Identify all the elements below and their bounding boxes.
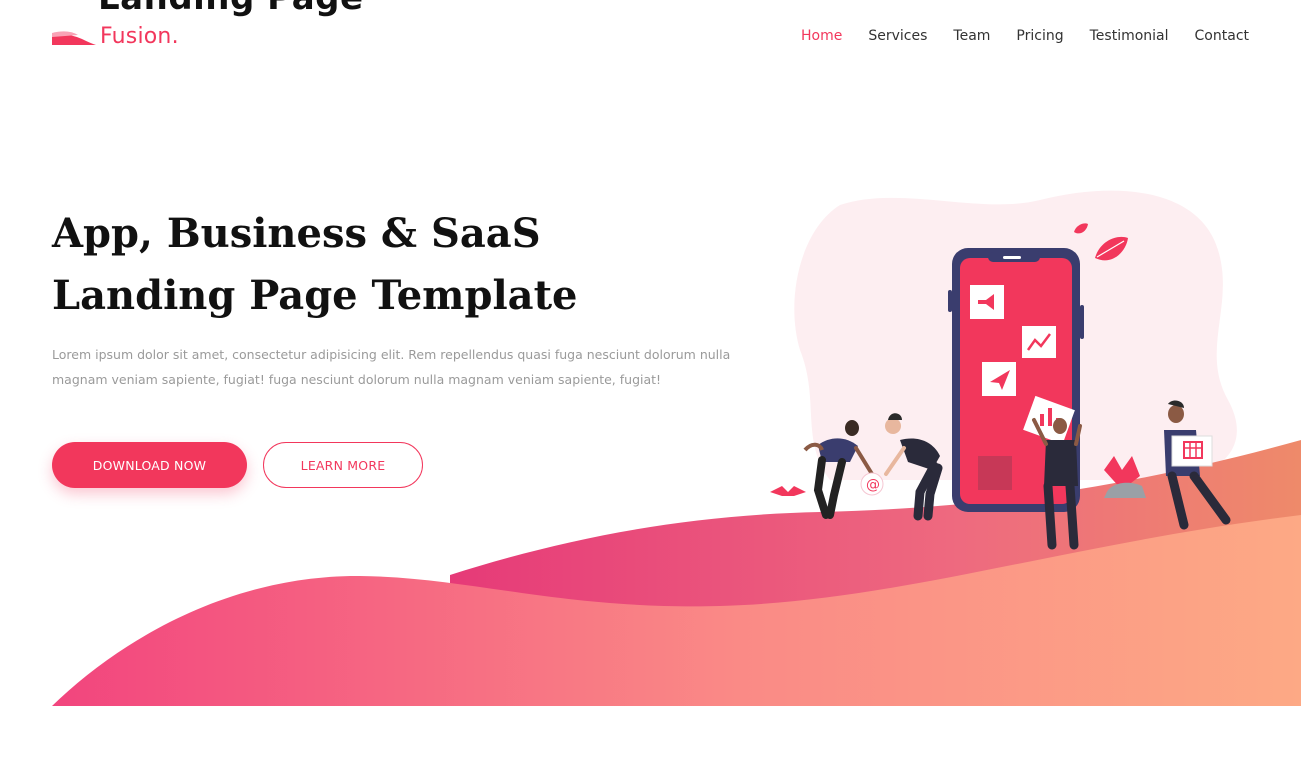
flower-icon — [770, 486, 806, 496]
hero-title: App, Business & SaaS Landing Page Templa… — [52, 203, 692, 327]
calendar-icon — [1171, 435, 1213, 467]
megaphone-icon — [970, 285, 1004, 319]
hero-description: Lorem ipsum dolor sit amet, consectetur … — [52, 347, 731, 387]
paper-plane-icon — [982, 362, 1016, 396]
at-sign-icon: @ — [860, 472, 884, 496]
download-now-button[interactable]: DOWNLOAD NOW — [52, 442, 247, 488]
landing-page: Landing Page Fusion. Home Services Team … — [0, 0, 1301, 772]
hero-title-line-2: Landing Page Template — [52, 272, 578, 319]
svg-text:@: @ — [866, 477, 880, 493]
chart-icon — [1022, 326, 1056, 358]
hero-title-line-1: App, Business & SaaS — [52, 210, 541, 257]
learn-more-button[interactable]: LEARN MORE — [263, 442, 423, 488]
